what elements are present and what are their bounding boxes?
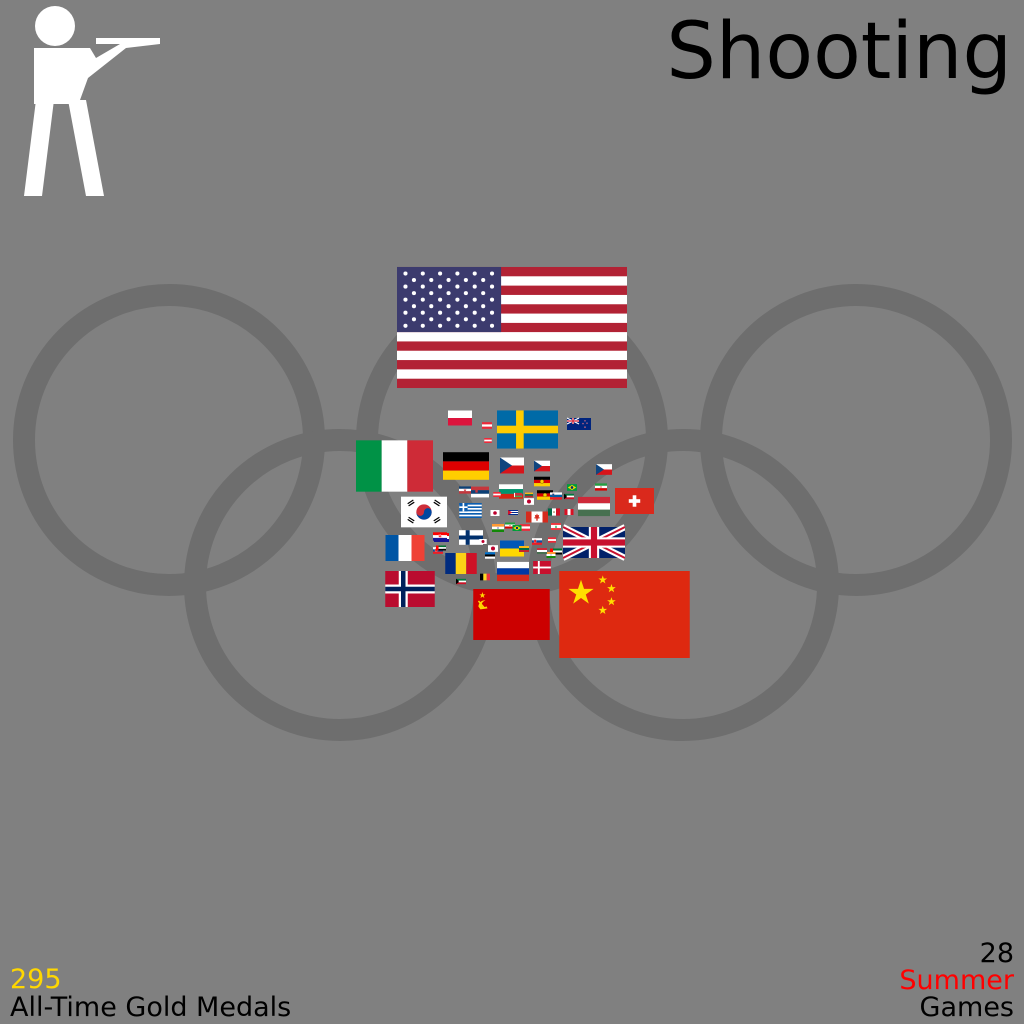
flag-czechoslovakia [596, 464, 612, 475]
small-flag-13 [490, 510, 500, 516]
ring-left-top [13, 284, 325, 596]
flag-romania [445, 553, 477, 574]
games-label: Games [920, 992, 1014, 1023]
flag-sweden [497, 410, 558, 449]
small-flag-30 [537, 548, 547, 554]
small-flag-24 [433, 532, 447, 541]
flag-canada [526, 511, 548, 523]
small-flag-2 [534, 460, 550, 472]
small-flag-12 [564, 493, 574, 500]
small-flag-3 [534, 476, 550, 487]
gold-medal-total: 295 [10, 964, 62, 995]
shooting-gold-flag-chart: Shooting 295 All-Time Gold Medals 28 Sum… [10, 6, 1015, 1023]
small-flag-4 [567, 484, 577, 491]
small-flag-0 [482, 422, 492, 429]
small-flag-27 [532, 538, 542, 545]
small-flag-29 [546, 552, 556, 558]
flag-greece [459, 503, 482, 518]
flag-russia [497, 561, 529, 582]
small-flag-35 [512, 525, 522, 531]
small-flag-23 [485, 552, 495, 559]
small-flag-36 [479, 539, 487, 544]
small-flag-31 [519, 546, 529, 552]
small-flag-20 [524, 498, 534, 505]
flag-hungary [578, 496, 610, 517]
small-flag-34 [595, 483, 607, 491]
flag-czech-republic [500, 457, 524, 474]
gold-medal-label: All-Time Gold Medals [10, 992, 291, 1023]
flag-soviet-union [473, 589, 550, 640]
small-flag-15 [548, 508, 560, 516]
small-flag-21 [551, 523, 561, 530]
flag-new-zealand [567, 417, 591, 431]
small-flag-16 [564, 509, 574, 515]
small-flag-28 [548, 537, 556, 543]
small-flag-26 [480, 573, 490, 581]
rifle-shooter-pictogram-icon [24, 6, 160, 196]
flag-denmark [533, 561, 551, 574]
small-flag-14 [508, 510, 518, 515]
small-flag-11 [550, 492, 562, 500]
small-flag-6 [471, 486, 489, 498]
flag-great-britain [563, 527, 625, 558]
flag-usa [397, 266, 627, 389]
small-flag-32 [456, 578, 466, 585]
page-title: Shooting [666, 7, 1012, 97]
flag-cluster [356, 266, 690, 658]
flag-switzerland [615, 488, 654, 514]
flag-poland [448, 410, 472, 426]
small-flag-8 [514, 492, 522, 498]
small-flag-7 [493, 492, 501, 497]
small-flag-37 [436, 545, 446, 551]
flag-italy [356, 440, 433, 492]
small-flag-33 [488, 545, 498, 552]
small-flag-5 [459, 486, 471, 494]
ring-left-bottom [184, 429, 496, 741]
ring-right-top [700, 284, 1012, 596]
flag-germany [443, 452, 489, 480]
small-flag-9 [525, 492, 533, 498]
flag-china [559, 571, 690, 658]
flag-south-korea [401, 496, 447, 528]
flag-france [385, 535, 425, 561]
small-flag-1 [484, 438, 492, 443]
small-flag-17 [492, 524, 504, 532]
flag-norway [385, 571, 435, 607]
